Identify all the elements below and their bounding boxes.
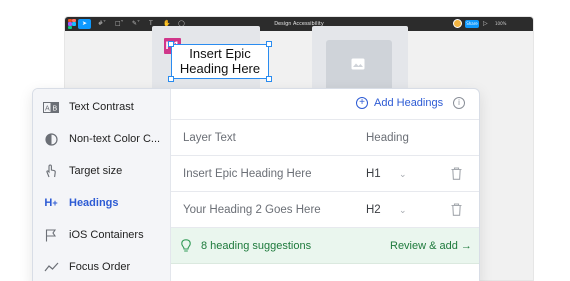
flag-icon [33,228,69,242]
sidebar-item-ios-containers[interactable]: iOS Containers [33,219,171,251]
zoom-level[interactable]: 100% [495,17,506,31]
sidebar-item-label: iOS Containers [69,229,144,241]
sidebar-item-label: Focus Order [69,261,131,273]
resize-handle[interactable] [266,76,272,82]
heading-icon: H + [44,197,58,209]
layer-text: Your Heading 2 Goes Here [183,204,321,216]
trash-icon[interactable] [451,167,462,180]
sidebar-item-headings[interactable]: H + Headings [33,187,171,219]
chevron-down-icon[interactable]: ⌄ [399,192,407,228]
canvas-heading-line: Insert Epic [189,46,251,61]
info-icon[interactable]: i [453,97,465,109]
svg-text:B: B [53,105,58,112]
table-row[interactable]: Insert Epic Heading Here H1 ⌄ [171,156,479,192]
resize-handle[interactable] [168,76,174,82]
sidebar-item-label: Text Contrast [69,101,134,113]
share-button[interactable]: Share [465,20,479,28]
avatar[interactable] [453,19,462,28]
selected-text-layer[interactable]: Insert Epic Heading Here [171,44,269,79]
chevron-down-icon[interactable]: ⌄ [399,156,407,192]
column-header-heading: Heading [366,132,409,144]
sidebar-item-label: Target size [69,165,123,177]
sidebar-item-label: Headings [69,197,119,209]
add-headings-button[interactable]: + Add Headings [356,97,443,109]
sidebar-item-target-size[interactable]: Target size [33,155,171,187]
accessibility-panel: AB Text Contrast Non-text Color C... Tar… [32,88,480,281]
present-icon[interactable]: ▷ [483,18,488,30]
sidebar-item-label: Non-text Color C... [69,133,161,145]
focus-order-icon [33,262,69,272]
sidebar-item-non-text-color[interactable]: Non-text Color C... [33,123,171,155]
headings-content: + Add Headings i Layer Text Heading Inse… [171,89,479,281]
text-contrast-icon: AB [33,101,69,113]
heading-suggestions-banner: 8 heading suggestions Review & add → [171,228,479,264]
sidebar: AB Text Contrast Non-text Color C... Tar… [33,89,171,281]
image-icon [351,58,365,70]
resize-handle[interactable] [168,41,174,47]
add-headings-label: Add Headings [374,97,444,109]
file-title: Design Accessibility [274,21,324,27]
review-and-add-link[interactable]: Review & add → [390,228,472,264]
heading-level-select[interactable]: H2 [366,192,381,228]
column-header-layer-text: Layer Text [183,132,236,144]
table-row[interactable]: Your Heading 2 Goes Here H2 ⌄ [171,192,479,228]
sidebar-item-text-contrast[interactable]: AB Text Contrast [33,91,171,123]
half-circle-icon [33,132,69,146]
layer-text: Insert Epic Heading Here [183,168,312,180]
plus-circle-icon: + [356,97,368,109]
sidebar-item-focus-order[interactable]: Focus Order [33,251,171,281]
trash-icon[interactable] [451,203,462,216]
heading-level-select[interactable]: H1 [366,156,381,192]
lightbulb-icon [181,239,191,252]
figma-toolbar: ➤ #˅ □˅ ✎˅ T ✋ ◯ Design Accessibility Sh… [65,17,533,31]
content-toolbar: + Add Headings i [171,89,479,120]
svg-text:A: A [45,105,50,112]
canvas-heading-line: Heading Here [179,61,261,76]
suggestion-count: 8 heading suggestions [201,240,312,252]
tap-hand-icon [33,164,69,178]
screen: ➤ #˅ □˅ ✎˅ T ✋ ◯ Design Accessibility Sh… [0,0,570,281]
image-placeholder [326,40,392,92]
resize-handle[interactable] [266,41,272,47]
table-header: Layer Text Heading [171,120,479,156]
